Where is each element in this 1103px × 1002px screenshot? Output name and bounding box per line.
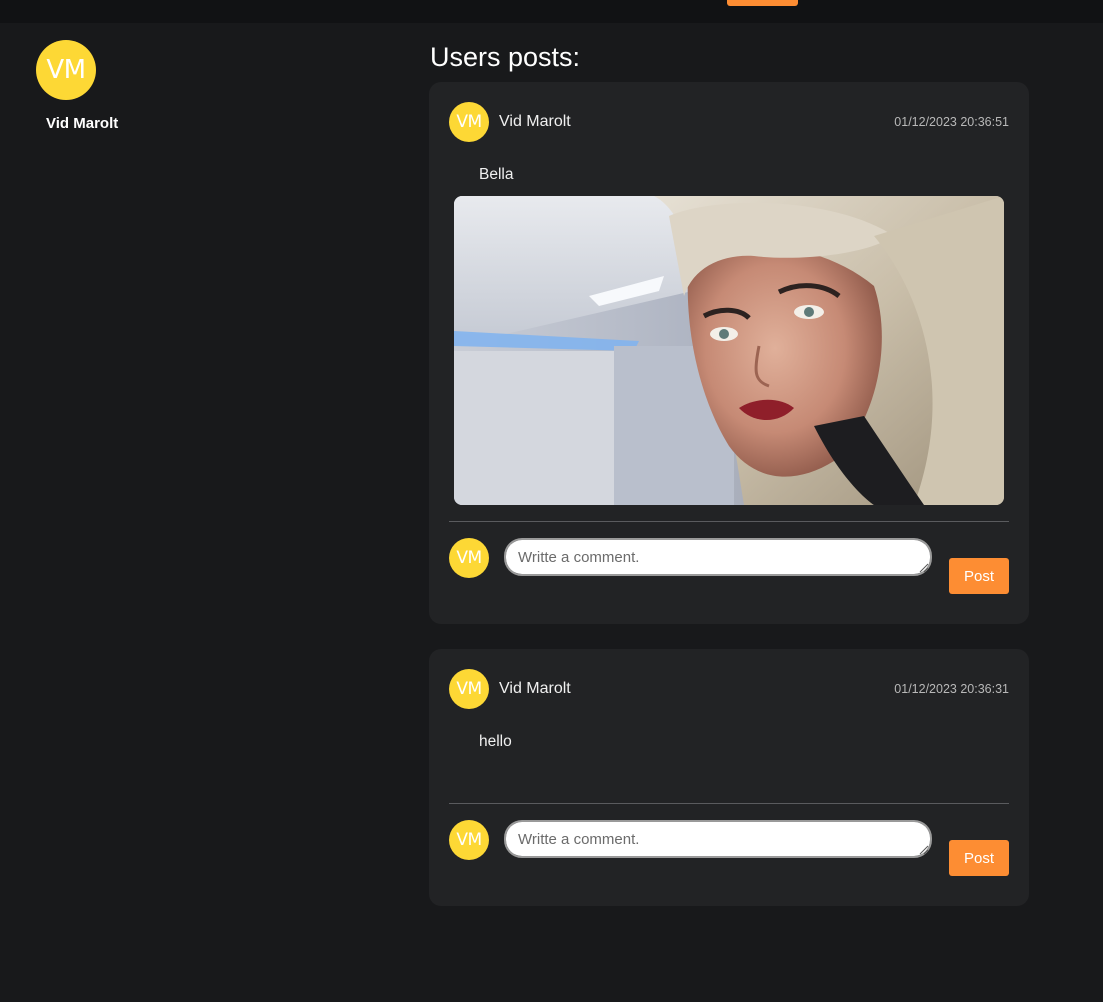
comment-user-avatar: VM [449,820,489,860]
post-image [454,196,1004,505]
post-comment-button[interactable]: Post [949,558,1009,594]
profile-avatar: VM [36,40,96,100]
post-author-avatar: VM [449,669,489,709]
top-navbar [0,0,1103,23]
comment-input[interactable] [504,538,932,576]
post-author-name: Vid Marolt [499,113,571,130]
navbar-button[interactable] [727,0,798,6]
post-text: hello [479,733,512,750]
comment-user-avatar: VM [449,538,489,578]
post-text: Bella [479,166,514,183]
post-divider [449,521,1009,522]
post-divider [449,803,1009,804]
post-author-avatar: VM [449,102,489,142]
comment-input[interactable] [504,820,932,858]
post-timestamp: 01/12/2023 20:36:51 [894,115,1009,129]
post-timestamp: 01/12/2023 20:36:31 [894,682,1009,696]
post-card: VM Vid Marolt 01/12/2023 20:36:31 hello … [429,649,1029,906]
page-title: Users posts: [430,42,581,72]
post-card: VM Vid Marolt 01/12/2023 20:36:51 Bella [429,82,1029,624]
profile-name: Vid Marolt [46,115,119,132]
post-comment-button[interactable]: Post [949,840,1009,876]
post-author-name: Vid Marolt [499,680,571,697]
